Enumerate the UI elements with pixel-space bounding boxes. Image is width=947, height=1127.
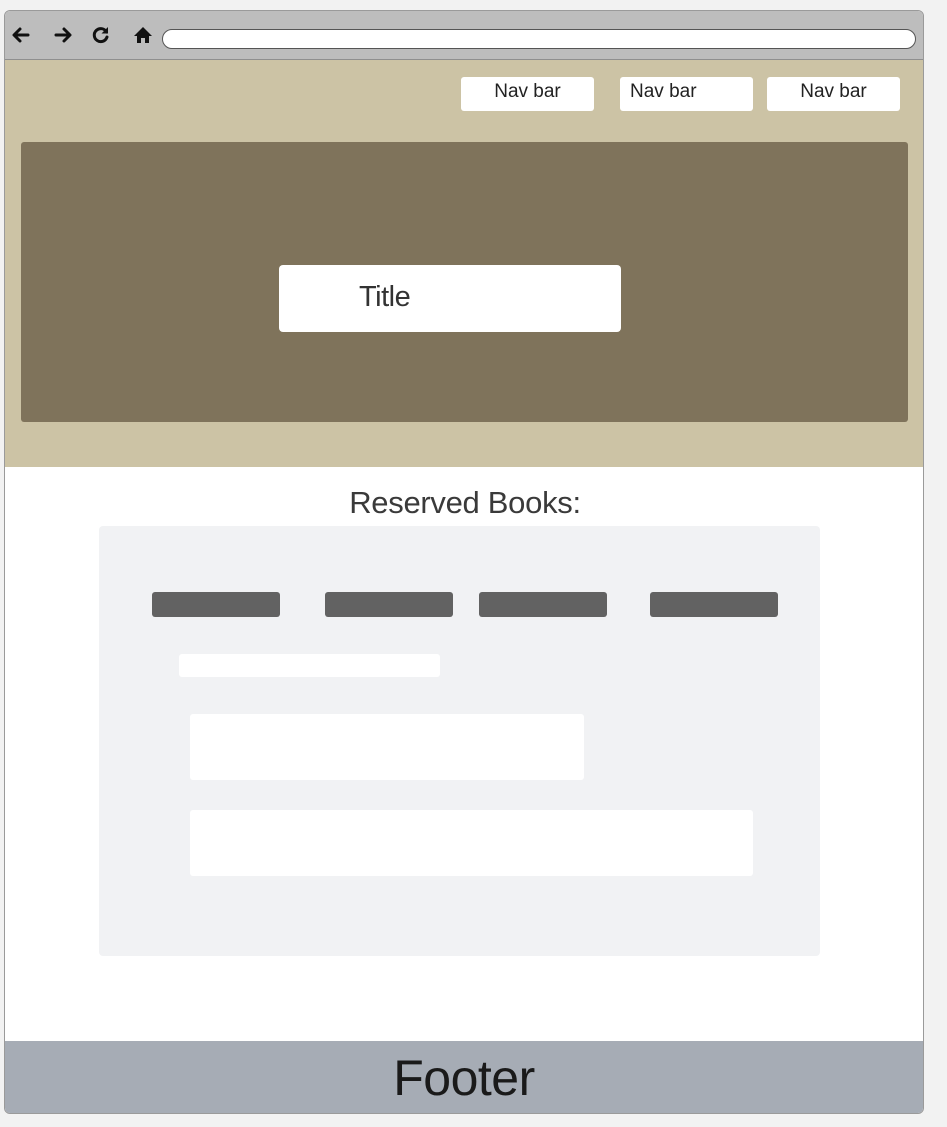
column-tab-2[interactable] [325, 592, 453, 617]
page-title: Title [279, 265, 621, 332]
nav-button-1[interactable]: Nav bar [461, 77, 594, 111]
book-entry-2[interactable] [190, 810, 753, 876]
column-tab-3[interactable] [479, 592, 607, 617]
browser-window: Nav bar Nav bar Nav bar Title Reserved B… [4, 10, 924, 1114]
browser-toolbar [5, 11, 923, 60]
nav-button-3[interactable]: Nav bar [767, 77, 900, 111]
reserved-books-panel [99, 526, 820, 956]
column-tab-4[interactable] [650, 592, 778, 617]
address-bar[interactable] [162, 29, 916, 49]
book-entry-1[interactable] [190, 714, 584, 780]
home-icon[interactable] [132, 24, 154, 46]
page-header: Nav bar Nav bar Nav bar Title [5, 60, 923, 467]
reload-icon[interactable] [90, 24, 112, 46]
page-footer: Footer [5, 1041, 923, 1113]
hero-banner: Title [21, 142, 908, 422]
back-arrow-icon[interactable] [10, 24, 32, 46]
forward-arrow-icon[interactable] [52, 24, 74, 46]
reserved-books-heading: Reserved Books: [349, 485, 581, 520]
column-tab-1[interactable] [152, 592, 280, 617]
nav-button-2[interactable]: Nav bar [620, 77, 753, 111]
book-list-header-placeholder [179, 654, 440, 677]
